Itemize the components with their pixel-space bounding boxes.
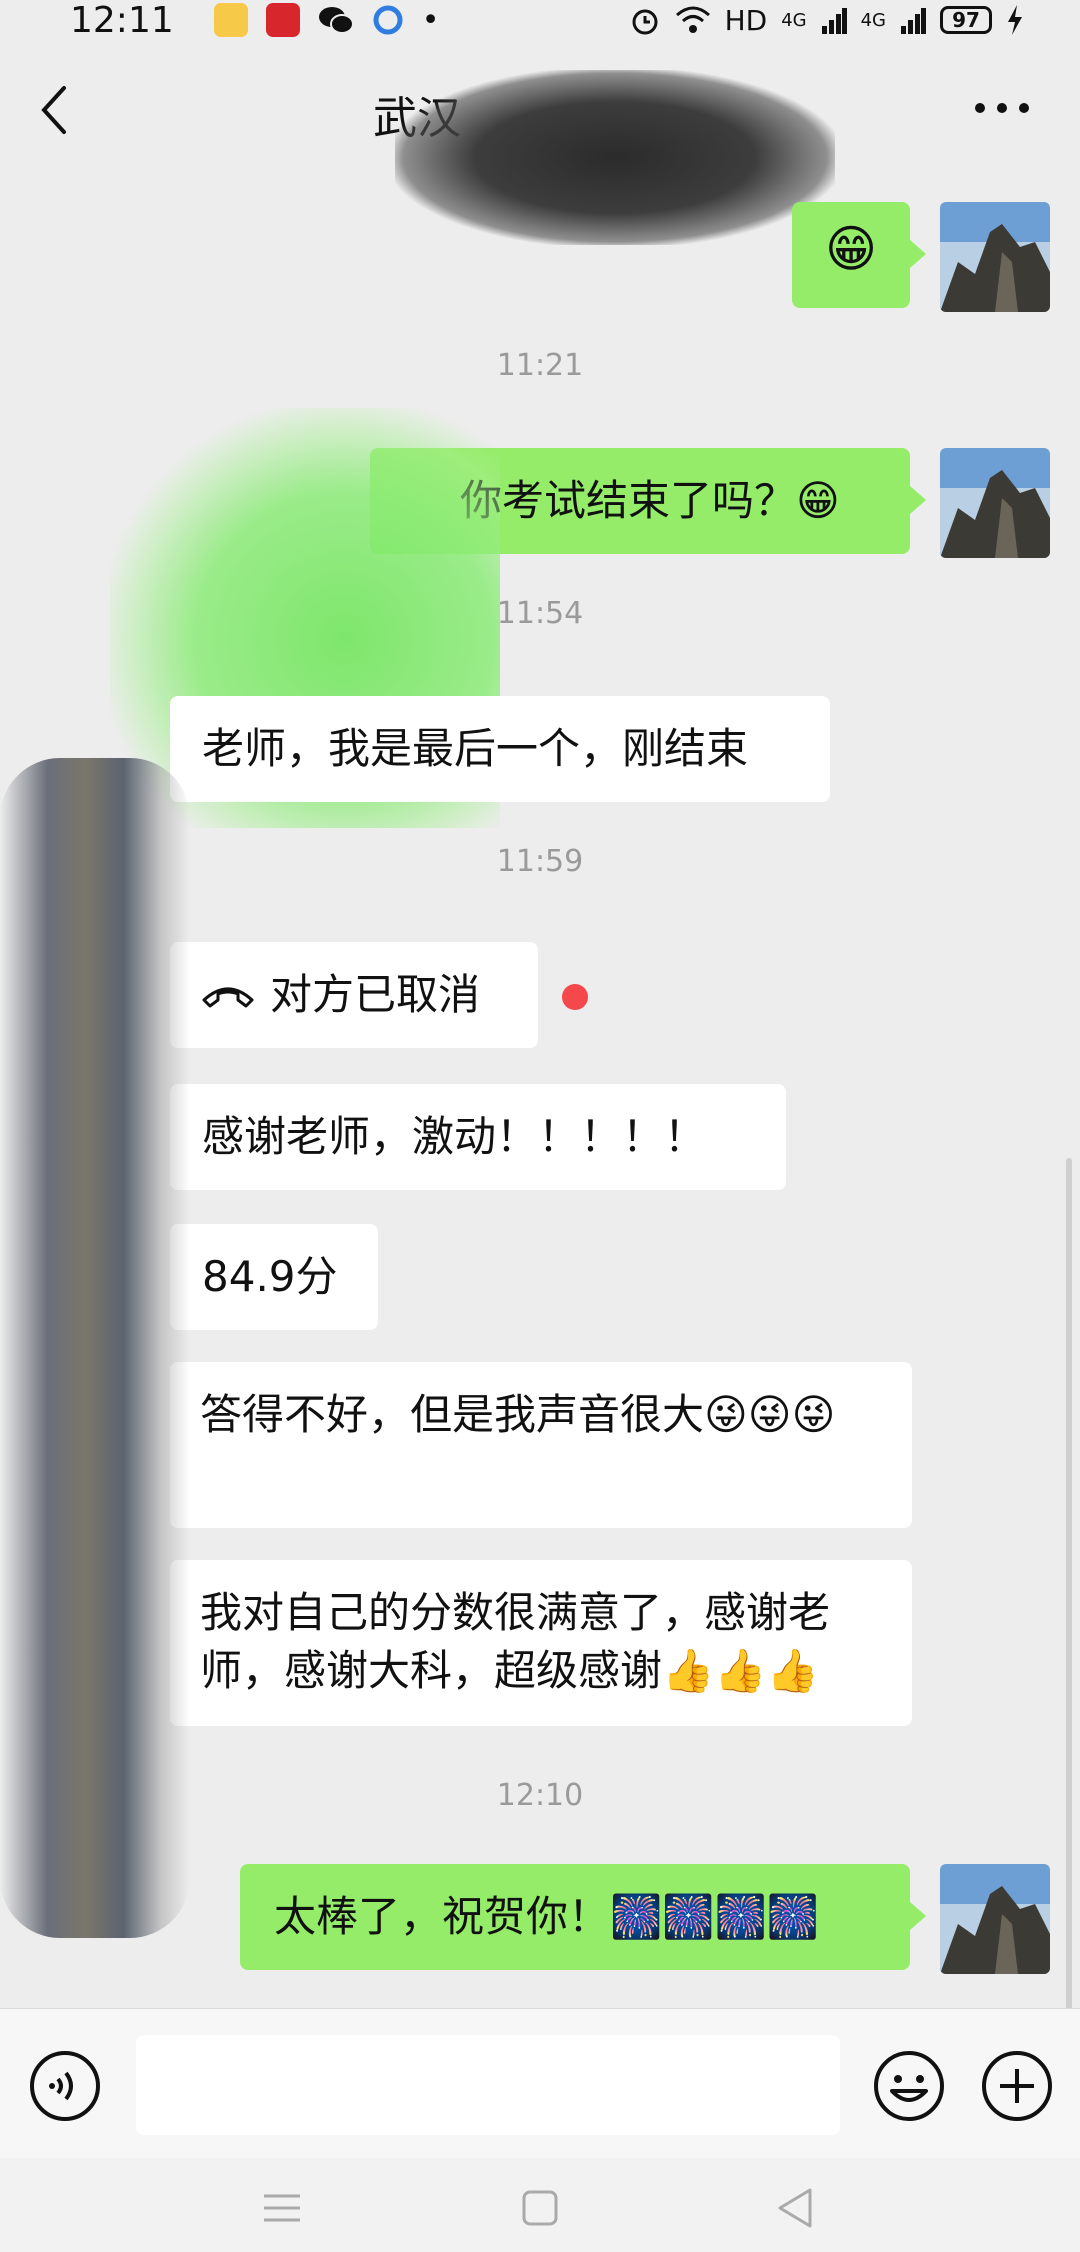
timestamp: 11:21: [496, 348, 584, 383]
bubble-tail: [910, 240, 926, 268]
status-left: 12:11 •: [70, 0, 439, 41]
message-text: 老师，我是最后一个，刚结束: [202, 724, 749, 773]
wifi-icon: [675, 6, 710, 33]
voice-icon[interactable]: [28, 2049, 102, 2123]
message-text: 对方已取消: [270, 970, 481, 1019]
call-record-bubble[interactable]: 对方已取消: [170, 942, 538, 1048]
chat-header: 武汉: [0, 40, 1080, 245]
avatar-image: [940, 448, 1050, 558]
more-dots-icon[interactable]: [972, 98, 1032, 118]
status-dot: •: [421, 2, 440, 38]
unread-dot: [562, 984, 588, 1010]
message-bubble-received[interactable]: 老师，我是最后一个，刚结束: [170, 696, 830, 802]
browser-icon: [373, 5, 403, 35]
chat-message-list[interactable]: 😁 11:21 你考试结束了吗？😁 11:54 老师，我是最后一个，刚结束 11…: [0, 178, 1080, 2168]
timestamp: 12:10: [496, 1778, 584, 1813]
message-bubble-received[interactable]: 84.9分: [170, 1224, 378, 1330]
charging-icon: [1008, 5, 1022, 35]
message-text: 答得不好，但是我声音很大😜😜😜: [200, 1390, 836, 1439]
menu-icon[interactable]: [252, 2178, 312, 2238]
redaction-scribble: [0, 758, 190, 1938]
notification-app-icon: [213, 3, 248, 37]
timestamp: 11:54: [496, 596, 584, 631]
bubble-tail: [910, 1902, 926, 1930]
message-bubble-sent[interactable]: 太棒了，祝贺你！🎆🎆🎆🎆: [240, 1864, 910, 1970]
message-text: 😁: [824, 220, 878, 278]
alarm-icon: [632, 9, 658, 35]
wechat-icon: [318, 7, 354, 34]
avatar-image: [940, 202, 1050, 312]
message-bubble-received[interactable]: 答得不好，但是我声音很大😜😜😜: [170, 1362, 912, 1528]
status-right: HD 4G 4G 97: [629, 4, 1024, 37]
message-input[interactable]: [136, 2035, 840, 2135]
message-bubble-received[interactable]: 感谢老师，激动！！！！！: [170, 1084, 786, 1190]
avatar-image: [940, 1864, 1050, 1974]
message-text: 太棒了，祝贺你！🎆🎆🎆🎆: [274, 1892, 820, 1941]
system-nav-bar: [0, 2158, 1080, 2252]
notification-app-icon: [265, 3, 300, 37]
message-text: 84.9分: [202, 1252, 338, 1301]
signal-label: 4G: [860, 9, 886, 31]
smiley-icon[interactable]: [872, 2049, 946, 2123]
signal-label: 4G: [781, 9, 807, 31]
network-type: HD: [724, 3, 768, 37]
message-text: 感谢老师，激动！！！！！: [202, 1112, 707, 1161]
message-bubble-sent[interactable]: 😁: [792, 202, 910, 308]
message-text: 我对自己的分数很满意了，感谢老师，感谢大科，超级感谢👍👍👍: [200, 1588, 831, 1695]
input-bar: [0, 2008, 1080, 2158]
signal-icon: [821, 8, 847, 34]
status-bar: 12:11 • HD 4G 4G 97: [0, 0, 1080, 41]
status-time: 12:11: [70, 0, 174, 41]
bubble-tail: [910, 486, 926, 514]
avatar[interactable]: [940, 448, 1050, 558]
battery-indicator: 97: [940, 6, 992, 34]
signal-icon: [901, 8, 926, 34]
chevron-left-icon[interactable]: [34, 80, 74, 140]
home-square-icon[interactable]: [510, 2178, 570, 2238]
back-triangle-icon[interactable]: [766, 2178, 826, 2238]
message-bubble-received[interactable]: 我对自己的分数很满意了，感谢老师，感谢大科，超级感谢👍👍👍: [170, 1560, 912, 1726]
message-text: 你考试结束了吗？😁: [460, 476, 840, 525]
avatar[interactable]: [940, 1864, 1050, 1974]
phone-hangup-icon: [202, 987, 254, 1008]
avatar[interactable]: [940, 202, 1050, 312]
plus-circle-icon[interactable]: [980, 2049, 1054, 2123]
